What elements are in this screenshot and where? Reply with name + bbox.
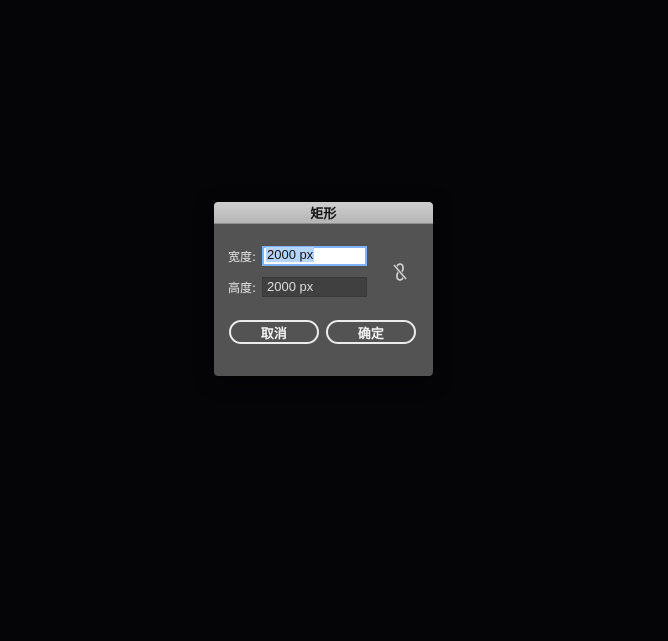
ok-button[interactable]: 确定: [326, 320, 416, 344]
height-input[interactable]: 2000 px: [262, 277, 367, 297]
height-row: 高度: 2000 px: [228, 277, 367, 297]
width-input[interactable]: 2000 px: [262, 246, 367, 266]
cancel-button[interactable]: 取消: [229, 320, 319, 344]
dialog-title: 矩形: [214, 202, 433, 224]
height-label: 高度:: [228, 280, 257, 295]
unlinked-chain-icon[interactable]: [392, 262, 408, 282]
width-label: 宽度:: [228, 249, 257, 264]
width-input-value: 2000 px: [266, 247, 315, 262]
width-row: 宽度: 2000 px: [228, 246, 367, 266]
rectangle-dialog: 矩形 宽度: 2000 px 高度: 2000 px 取消 确定: [214, 202, 433, 376]
